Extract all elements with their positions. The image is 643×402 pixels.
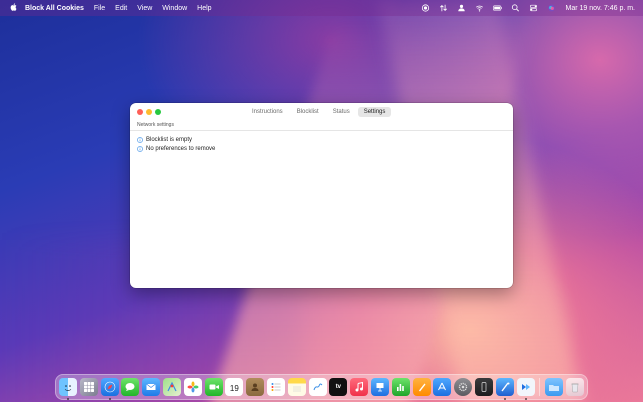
info-icon [137, 146, 143, 152]
xcode-icon[interactable] [495, 378, 514, 400]
safari-icon[interactable] [100, 378, 119, 400]
running-indicator [67, 398, 69, 400]
preferences-status-text: No preferences to remove [146, 146, 216, 152]
maps-icon[interactable] [162, 378, 181, 396]
downloads-folder-icon[interactable] [545, 378, 564, 396]
contacts-icon[interactable] [246, 378, 265, 396]
launchpad-icon[interactable] [79, 378, 98, 396]
control-center-icon[interactable] [529, 4, 538, 12]
menu-file[interactable]: File [94, 5, 105, 12]
running-indicator [524, 398, 527, 400]
apple-menu-icon[interactable] [9, 3, 17, 13]
calendar-icon[interactable]: 19 [225, 378, 244, 396]
tab-settings[interactable]: Settings [357, 107, 392, 117]
facetime-icon[interactable] [204, 378, 223, 396]
iphone-mirroring-icon[interactable] [474, 378, 493, 396]
close-window-button[interactable] [137, 109, 143, 115]
record-icon[interactable] [421, 4, 430, 12]
dock-separator [539, 378, 541, 396]
wifi-icon[interactable] [475, 4, 484, 12]
app-window: Instructions Blocklist Status Settings N… [130, 103, 513, 288]
minimize-window-button[interactable] [146, 109, 152, 115]
spotlight-search-icon[interactable] [511, 4, 520, 12]
status-message: No preferences to remove [137, 146, 215, 152]
running-indicator [503, 398, 506, 400]
tab-blocklist[interactable]: Blocklist [291, 107, 325, 117]
reminders-icon[interactable] [266, 378, 285, 396]
section-title: Network settings [137, 122, 174, 128]
menu-edit[interactable]: Edit [115, 5, 127, 12]
finder-icon[interactable] [59, 378, 77, 400]
status-message: Blocklist is empty [137, 137, 192, 143]
trash-icon[interactable] [565, 378, 584, 396]
blocklist-status-text: Blocklist is empty [146, 137, 193, 143]
keynote-icon[interactable] [370, 378, 389, 396]
battery-icon[interactable] [493, 4, 503, 12]
tab-instructions[interactable]: Instructions [246, 107, 289, 117]
info-icon [137, 137, 143, 143]
window-titlebar[interactable]: Instructions Blocklist Status Settings [130, 103, 513, 121]
menu-help[interactable]: Help [197, 5, 211, 12]
messages-icon[interactable] [121, 378, 140, 396]
running-indicator [108, 398, 111, 400]
menu-bar: Block All Cookies File Edit View Window … [0, 0, 643, 16]
app-name-menu[interactable]: Block All Cookies [25, 5, 84, 12]
menu-view[interactable]: View [137, 5, 152, 12]
pages-icon[interactable] [412, 378, 431, 396]
mail-icon[interactable] [142, 378, 161, 396]
photos-icon[interactable] [183, 378, 202, 396]
numbers-icon[interactable] [391, 378, 410, 396]
block-all-cookies-app-icon[interactable] [516, 378, 535, 400]
music-icon[interactable] [350, 378, 369, 396]
divider [130, 130, 513, 131]
freeform-icon[interactable] [308, 378, 327, 396]
calendar-day: 19 [229, 383, 239, 393]
dock: 19 tv [55, 374, 588, 400]
apple-tv-icon[interactable]: tv [329, 378, 348, 396]
transfer-icon[interactable] [439, 4, 448, 12]
tab-bar: Instructions Blocklist Status Settings [246, 107, 392, 117]
menu-window[interactable]: Window [162, 5, 187, 12]
system-settings-icon[interactable] [454, 378, 473, 396]
tab-status[interactable]: Status [327, 107, 356, 117]
app-store-icon[interactable] [433, 378, 452, 396]
menu-bar-clock[interactable]: Mar 19 nov. 7:46 p. m. [565, 5, 635, 12]
zoom-window-button[interactable] [155, 109, 161, 115]
notes-icon[interactable] [287, 378, 306, 396]
siri-icon[interactable] [547, 4, 556, 12]
user-icon[interactable] [457, 4, 466, 12]
tv-label: tv [335, 384, 342, 390]
